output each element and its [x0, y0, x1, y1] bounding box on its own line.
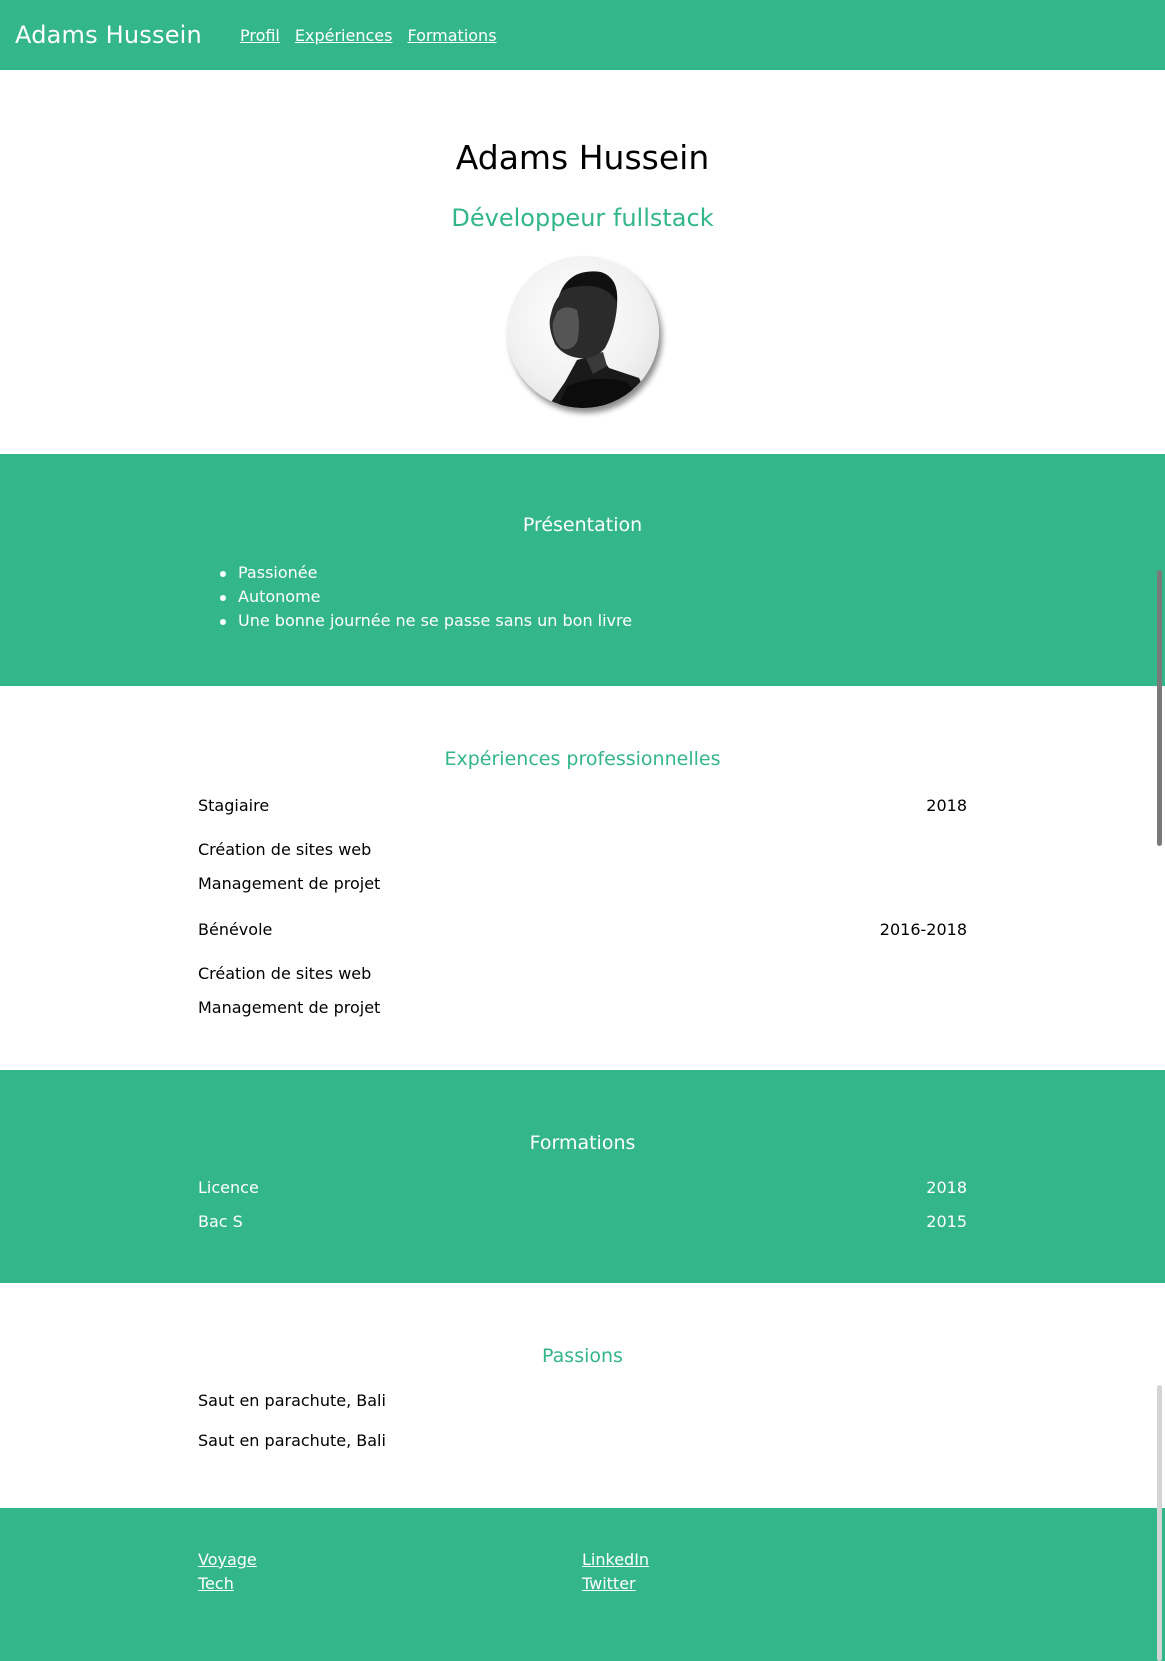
job-task: Création de sites web: [198, 964, 372, 983]
brand-name[interactable]: Adams Hussein: [15, 21, 202, 49]
formations-title: Formations: [529, 1132, 636, 1154]
list-item: Autonome: [220, 585, 632, 609]
formation-year: 2018: [926, 1178, 967, 1197]
job-task: Management de projet: [198, 998, 381, 1017]
passion-item: Saut en parachute, Bali: [198, 1431, 386, 1450]
job-date: 2018: [926, 796, 967, 815]
presentation-section: Présentation Passionée Autonome Une bonn…: [0, 454, 1165, 686]
experiences-section: Expériences professionnelles Stagiaire 2…: [0, 686, 1165, 1070]
list-item: Une bonne journée ne se passe sans un bo…: [220, 609, 632, 633]
job-date: 2016-2018: [879, 920, 967, 939]
footer: Voyage Tech LinkedIn Twitter: [0, 1508, 1165, 1661]
nav-link-formations[interactable]: Formations: [407, 26, 496, 45]
footer-right-links: LinkedIn Twitter: [582, 1548, 649, 1596]
footer-left-links: Voyage Tech: [198, 1548, 257, 1596]
list-item: Passionée: [220, 561, 632, 585]
passion-item: Saut en parachute, Bali: [198, 1391, 386, 1410]
job-header: Bénévole 2016-2018: [198, 920, 967, 939]
formation-row: Licence 2018: [198, 1178, 967, 1197]
formation-year: 2015: [926, 1212, 967, 1231]
passions-title: Passions: [542, 1345, 623, 1367]
portrait-photo: [547, 271, 653, 408]
nav-links: Profil Expériences Formations: [240, 26, 497, 45]
footer-link-voyage[interactable]: Voyage: [198, 1548, 257, 1572]
nav-link-profil[interactable]: Profil: [240, 26, 280, 45]
profile-name: Adams Hussein: [455, 138, 710, 177]
presentation-title: Présentation: [522, 514, 643, 536]
job-title: Bénévole: [198, 920, 273, 939]
top-navbar: Adams Hussein Profil Expériences Formati…: [0, 0, 1165, 70]
formations-section: Formations Licence 2018 Bac S 2015: [0, 1070, 1165, 1283]
job-task: Création de sites web: [198, 840, 372, 859]
avatar: [507, 256, 659, 408]
formation-name: Licence: [198, 1178, 259, 1197]
profile-hero: Adams Hussein Développeur fullstack: [0, 70, 1165, 454]
scrollbar-track[interactable]: [1157, 1385, 1162, 1661]
job-header: Stagiaire 2018: [198, 796, 967, 815]
nav-link-experiences[interactable]: Expériences: [295, 26, 393, 45]
profile-role: Développeur fullstack: [451, 204, 714, 232]
footer-link-linkedin[interactable]: LinkedIn: [582, 1548, 649, 1572]
footer-link-tech[interactable]: Tech: [198, 1572, 257, 1596]
formation-row: Bac S 2015: [198, 1212, 967, 1231]
presentation-list: Passionée Autonome Une bonne journée ne …: [220, 561, 632, 633]
passions-section: Passions Saut en parachute, Bali Saut en…: [0, 1283, 1165, 1508]
formation-name: Bac S: [198, 1212, 243, 1231]
footer-link-twitter[interactable]: Twitter: [582, 1572, 649, 1596]
job-title: Stagiaire: [198, 796, 270, 815]
experiences-title: Expériences professionnelles: [444, 748, 721, 770]
job-task: Management de projet: [198, 874, 381, 893]
scrollbar-thumb[interactable]: [1157, 570, 1162, 846]
